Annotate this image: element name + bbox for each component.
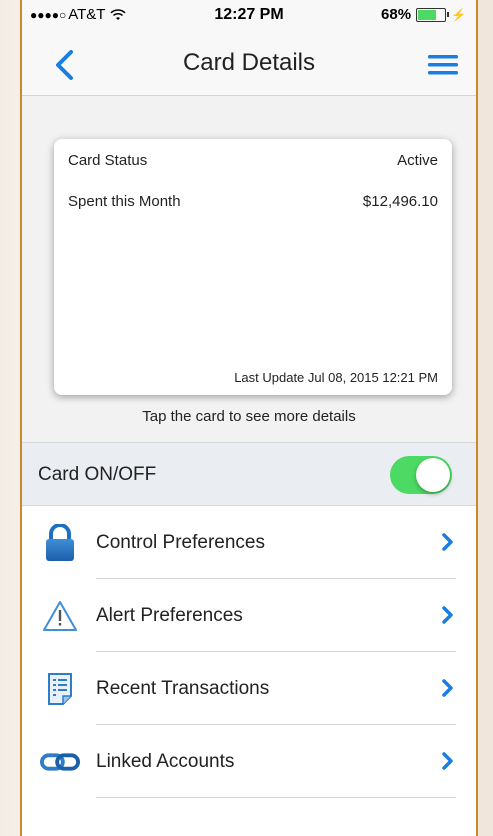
hamburger-menu-icon[interactable] <box>428 54 458 76</box>
switch-knob <box>416 458 450 492</box>
card-section: Card Status Active Spent this Month $12,… <box>22 96 476 442</box>
chevron-right-icon <box>442 752 453 770</box>
receipt-icon <box>40 670 80 708</box>
spent-row: Spent this Month $12,496.10 <box>68 193 438 210</box>
link-icon <box>40 743 80 781</box>
last-update-text: Last Update Jul 08, 2015 12:21 PM <box>234 370 438 385</box>
divider <box>96 797 456 798</box>
warning-icon <box>40 597 80 635</box>
menu-item-alert-preferences[interactable]: Alert Preferences <box>22 579 476 652</box>
page-title: Card Details <box>182 49 316 76</box>
battery-indicator: 68% ⚡ <box>381 6 466 23</box>
tap-hint-text: Tap the card to see more details <box>142 408 356 425</box>
card-toggle-label: Card ON/OFF <box>38 464 157 485</box>
battery-percent: 68% <box>381 6 412 23</box>
charging-bolt-icon: ⚡ <box>451 7 466 22</box>
spent-label: Spent this Month <box>68 193 181 210</box>
chevron-right-icon <box>442 679 453 697</box>
menu-list: Control Preferences Alert Preferences Re… <box>22 506 476 798</box>
menu-item-control-preferences[interactable]: Control Preferences <box>22 506 476 579</box>
menu-item-label: Control Preferences <box>96 532 265 553</box>
card-on-off-switch[interactable] <box>390 456 452 494</box>
chevron-right-icon <box>442 606 453 624</box>
menu-item-linked-accounts[interactable]: Linked Accounts <box>22 725 476 798</box>
spent-value: $12,496.10 <box>362 193 438 210</box>
battery-icon <box>416 7 450 22</box>
card-status-row: Card Status Active <box>68 152 438 169</box>
menu-item-label: Alert Preferences <box>96 605 243 626</box>
menu-item-label: Linked Accounts <box>96 751 235 772</box>
status-bar: ●●●●○ AT&T 12:27 PM 68% ⚡ <box>22 0 476 32</box>
card-summary[interactable]: Card Status Active Spent this Month $12,… <box>54 139 452 395</box>
lock-icon <box>40 524 80 562</box>
card-status-value: Active <box>397 152 438 169</box>
menu-item-label: Recent Transactions <box>96 678 270 699</box>
card-status-label: Card Status <box>68 152 148 169</box>
navigation-bar: Card Details <box>22 32 476 96</box>
card-toggle-row: Card ON/OFF <box>22 442 476 506</box>
menu-item-recent-transactions[interactable]: Recent Transactions <box>22 652 476 725</box>
phone-screen: ●●●●○ AT&T 12:27 PM 68% ⚡ Card Details C… <box>20 0 478 836</box>
chevron-right-icon <box>442 533 453 551</box>
